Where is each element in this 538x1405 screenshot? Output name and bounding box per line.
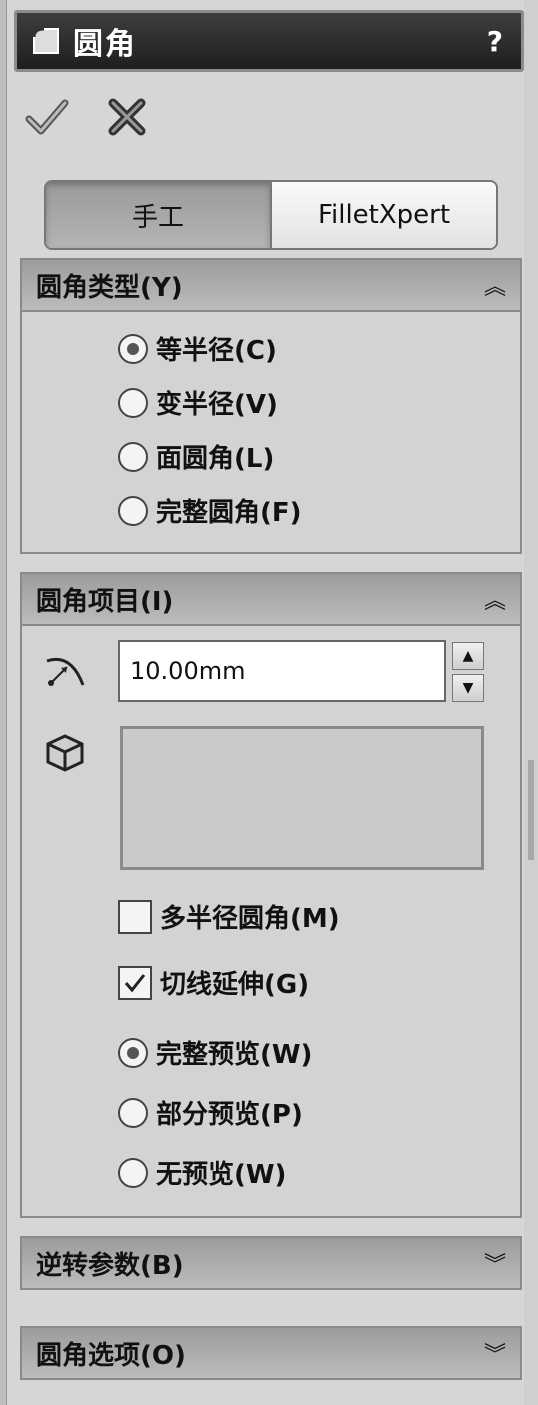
ok-button[interactable] xyxy=(22,92,72,142)
checkbox-label: 多半径圆角(M) xyxy=(160,904,340,934)
radio-label: 变半径(V) xyxy=(156,390,278,420)
radio-constant-radius[interactable]: 等半径(C) xyxy=(118,330,277,367)
radio-label: 部分预览(P) xyxy=(156,1100,303,1130)
x-icon xyxy=(108,98,146,136)
cancel-button[interactable] xyxy=(102,92,152,142)
radio-label: 完整圆角(F) xyxy=(156,498,302,528)
radio-button[interactable] xyxy=(118,387,148,418)
fillet-items-title: 圆角项目(I) xyxy=(36,586,174,617)
radio-label: 面圆角(L) xyxy=(156,444,275,474)
left-border xyxy=(0,0,7,1405)
radio-no-preview[interactable]: 无预览(W) xyxy=(118,1154,286,1191)
fillet-options-group: 圆角选项(O) ︾ xyxy=(20,1326,522,1380)
property-manager-titlebar: 圆角 ? xyxy=(14,10,524,72)
radio-button[interactable] xyxy=(118,1097,148,1128)
fillet-options-header[interactable]: 圆角选项(O) ︾ xyxy=(22,1328,520,1378)
collapse-chevron-icon[interactable]: ︽ xyxy=(484,583,506,615)
multi-radius-checkbox-row[interactable]: 多半径圆角(M) xyxy=(118,898,340,935)
radius-icon xyxy=(40,644,90,694)
tangent-propagation-checkbox-row[interactable]: 切线延伸(G) xyxy=(118,964,309,1001)
collapse-chevron-icon[interactable]: ︽ xyxy=(484,269,506,301)
expand-chevron-icon[interactable]: ︾ xyxy=(484,1337,506,1369)
scrollbar[interactable] xyxy=(524,0,538,1405)
radio-full-preview[interactable]: 完整预览(W) xyxy=(118,1034,312,1071)
checkbox-label: 切线延伸(G) xyxy=(160,970,310,1000)
fillet-type-title: 圆角类型(Y) xyxy=(36,272,183,303)
radio-full-round[interactable]: 完整圆角(F) xyxy=(118,492,302,529)
radio-partial-preview[interactable]: 部分预览(P) xyxy=(118,1094,303,1131)
radio-button[interactable] xyxy=(118,1157,148,1188)
radio-label: 无预览(W) xyxy=(156,1160,287,1190)
radio-button[interactable] xyxy=(118,441,148,472)
radio-face-fillet[interactable]: 面圆角(L) xyxy=(118,438,274,475)
fillet-feature-icon xyxy=(25,20,67,62)
edges-faces-icon xyxy=(40,728,90,778)
radio-button[interactable] xyxy=(118,333,148,364)
tangent-propagation-checkbox[interactable] xyxy=(118,965,152,1000)
check-icon xyxy=(124,973,146,992)
setback-parameters-title: 逆转参数(B) xyxy=(36,1250,184,1281)
mode-switch: 手工 FilletXpert xyxy=(44,180,498,250)
setback-parameters-header[interactable]: 逆转参数(B) ︾ xyxy=(22,1238,520,1288)
scrollbar-thumb[interactable] xyxy=(528,760,534,860)
tab-filletxpert[interactable]: FilletXpert xyxy=(272,182,496,248)
spin-up-button[interactable]: ▲ xyxy=(452,642,484,670)
radius-input[interactable]: 10.00mm xyxy=(118,640,446,702)
help-icon[interactable]: ? xyxy=(487,25,503,58)
expand-chevron-icon[interactable]: ︾ xyxy=(484,1247,506,1279)
fillet-type-header[interactable]: 圆角类型(Y) ︽ xyxy=(22,260,520,312)
spin-down-button[interactable]: ▼ xyxy=(452,674,484,702)
checkmark-icon xyxy=(25,99,69,135)
radio-button[interactable] xyxy=(118,495,148,526)
fillet-options-title: 圆角选项(O) xyxy=(36,1340,186,1371)
radio-label: 等半径(C) xyxy=(156,336,277,366)
panel-title: 圆角 xyxy=(73,27,137,62)
radio-label: 完整预览(W) xyxy=(156,1040,313,1070)
confirm-actions xyxy=(22,92,152,142)
edges-faces-selection-list[interactable] xyxy=(120,726,484,870)
fillet-items-header[interactable]: 圆角项目(I) ︽ xyxy=(22,574,520,626)
tab-manual[interactable]: 手工 xyxy=(46,182,272,248)
multi-radius-checkbox[interactable] xyxy=(118,899,152,934)
radio-variable-radius[interactable]: 变半径(V) xyxy=(118,384,278,421)
setback-parameters-group: 逆转参数(B) ︾ xyxy=(20,1236,522,1290)
radio-button[interactable] xyxy=(118,1037,148,1068)
